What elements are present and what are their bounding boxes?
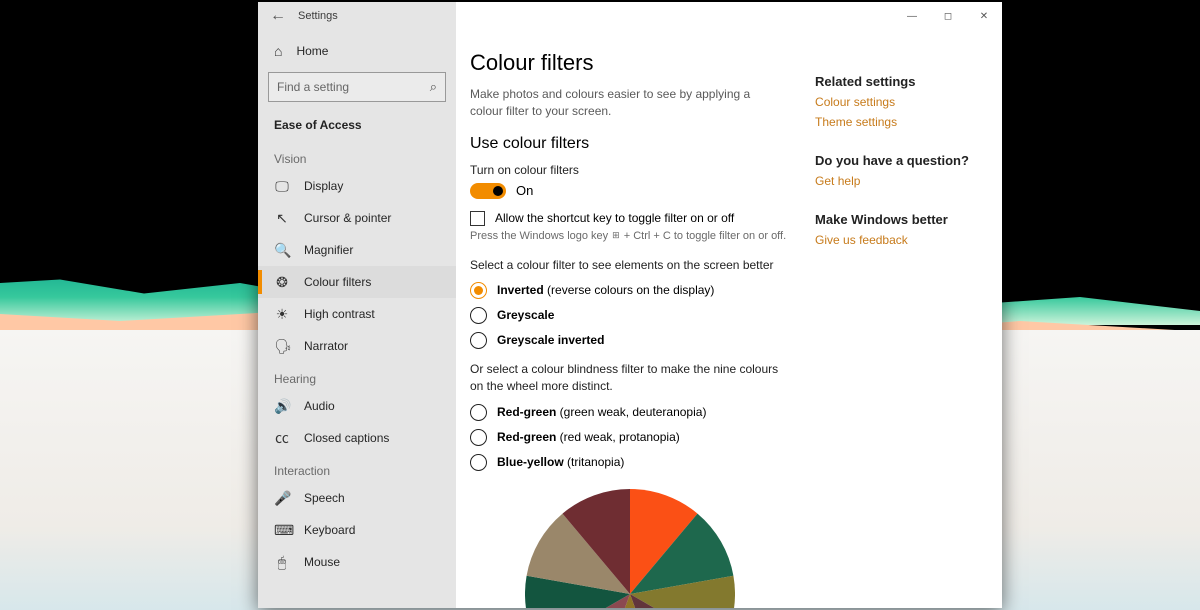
sidebar-item-high-contrast[interactable]: ☀ High contrast xyxy=(258,298,456,330)
toggle-state: On xyxy=(516,183,533,198)
minimize-button[interactable]: — xyxy=(894,2,930,30)
sidebar-home[interactable]: ⌂ Home xyxy=(258,34,456,68)
sidebar-item-label: Magnifier xyxy=(304,243,353,257)
radio-icon xyxy=(470,404,487,421)
sidebar-item-label: Display xyxy=(304,179,343,193)
search-icon: ⌕ xyxy=(430,79,437,95)
sidebar-item-mouse[interactable]: 🖱 Mouse xyxy=(258,546,456,578)
filter-select-label: Select a colour filter to see elements o… xyxy=(470,258,789,272)
sidebar-item-cursor-pointer[interactable]: ↖ Cursor & pointer xyxy=(258,202,456,234)
related-link[interactable]: Colour settings xyxy=(815,95,982,109)
sidebar-item-label: Mouse xyxy=(304,555,340,569)
windows-key-icon: ⊞ xyxy=(612,230,620,241)
toggle-label: Turn on colour filters xyxy=(470,163,789,177)
maximize-button[interactable]: ◻ xyxy=(930,2,966,30)
related-pane: Related settings Colour settings Theme se… xyxy=(815,30,982,608)
radio-icon xyxy=(470,332,487,349)
filter-option[interactable]: Inverted (reverse colours on the display… xyxy=(470,282,789,299)
cb-filter-option[interactable]: Red-green (red weak, protanopia) xyxy=(470,429,789,446)
cb-filter-option[interactable]: Blue-yellow (tritanopia) xyxy=(470,454,789,471)
radio-icon xyxy=(470,307,487,324)
search-placeholder: Find a setting xyxy=(277,80,349,94)
sidebar-item-audio[interactable]: 🔊 Audio xyxy=(258,390,456,422)
radio-label: Inverted (reverse colours on the display… xyxy=(497,283,714,297)
cursor-icon: ↖ xyxy=(274,210,290,227)
feedback-heading: Make Windows better xyxy=(815,212,982,227)
related-link[interactable]: Give us feedback xyxy=(815,233,982,247)
page-description: Make photos and colours easier to see by… xyxy=(470,86,780,121)
cb-filter-option[interactable]: Red-green (green weak, deuteranopia) xyxy=(470,404,789,421)
speech-icon: 🎤 xyxy=(274,490,290,507)
sidebar-item-label: High contrast xyxy=(304,307,375,321)
colour-wheel xyxy=(525,489,735,608)
shortcut-checkbox[interactable] xyxy=(470,211,485,226)
contrast-icon: ☀ xyxy=(274,306,290,323)
main-content: Colour filters Make photos and colours e… xyxy=(470,30,789,608)
home-icon: ⌂ xyxy=(274,43,282,59)
filter-option[interactable]: Greyscale xyxy=(470,307,789,324)
search-input[interactable]: Find a setting ⌕ xyxy=(268,72,446,102)
radio-icon xyxy=(470,454,487,471)
sidebar-item-label: Colour filters xyxy=(304,275,371,289)
sidebar-item-label: Audio xyxy=(304,399,335,413)
colour-filters-toggle[interactable] xyxy=(470,183,506,199)
sidebar-item-narrator[interactable]: 🗣 Narrator xyxy=(258,330,456,362)
sidebar-group-label: Hearing xyxy=(258,362,456,390)
display-icon: 🖵 xyxy=(274,178,290,195)
filters-icon: ❂ xyxy=(274,274,290,291)
close-button[interactable]: ✕ xyxy=(966,2,1002,30)
sidebar: ⌂ Home Find a setting ⌕ Ease of Access V… xyxy=(258,2,456,608)
sidebar-item-closed-captions[interactable]: ㏄ Closed captions xyxy=(258,422,456,454)
sidebar-group-label: Vision xyxy=(258,142,456,170)
sidebar-item-keyboard[interactable]: ⌨ Keyboard xyxy=(258,514,456,546)
sidebar-item-label: Closed captions xyxy=(304,431,389,445)
narrator-icon: 🗣 xyxy=(274,338,290,355)
radio-icon xyxy=(470,282,487,299)
keyboard-icon: ⌨ xyxy=(274,522,290,539)
sidebar-item-label: Cursor & pointer xyxy=(304,211,391,225)
sidebar-item-speech[interactable]: 🎤 Speech xyxy=(258,482,456,514)
audio-icon: 🔊 xyxy=(274,398,290,415)
sidebar-item-display[interactable]: 🖵 Display xyxy=(258,170,456,202)
sidebar-group-label: Interaction xyxy=(258,454,456,482)
back-button[interactable]: ← xyxy=(258,2,298,30)
page-title: Colour filters xyxy=(470,50,789,76)
question-heading: Do you have a question? xyxy=(815,153,982,168)
shortcut-hint: Press the Windows logo key ⊞ + Ctrl + C … xyxy=(470,230,789,242)
cb-filter-label: Or select a colour blindness filter to m… xyxy=(470,361,789,396)
sidebar-item-magnifier[interactable]: 🔍 Magnifier xyxy=(258,234,456,266)
shortcut-checkbox-label: Allow the shortcut key to toggle filter … xyxy=(495,211,734,225)
radio-label: Blue-yellow (tritanopia) xyxy=(497,455,624,469)
mouse-icon: 🖱 xyxy=(274,554,290,571)
sidebar-home-label: Home xyxy=(296,44,328,58)
settings-window: ← Settings — ◻ ✕ ⌂ Home Find a setting ⌕… xyxy=(258,2,1002,608)
magnifier-icon: 🔍 xyxy=(274,242,290,259)
section-heading: Use colour filters xyxy=(470,135,789,153)
radio-label: Red-green (green weak, deuteranopia) xyxy=(497,405,706,419)
related-heading: Related settings xyxy=(815,74,982,89)
related-link[interactable]: Theme settings xyxy=(815,115,982,129)
radio-label: Greyscale inverted xyxy=(497,333,604,347)
app-title: Settings xyxy=(298,10,338,22)
sidebar-section-header: Ease of Access xyxy=(258,112,456,142)
captions-icon: ㏄ xyxy=(274,428,290,448)
radio-label: Red-green (red weak, protanopia) xyxy=(497,430,680,444)
titlebar: ← Settings — ◻ ✕ xyxy=(258,2,1002,30)
filter-option[interactable]: Greyscale inverted xyxy=(470,332,789,349)
sidebar-item-label: Narrator xyxy=(304,339,348,353)
radio-icon xyxy=(470,429,487,446)
sidebar-item-label: Speech xyxy=(304,491,345,505)
sidebar-item-label: Keyboard xyxy=(304,523,355,537)
related-link[interactable]: Get help xyxy=(815,174,982,188)
radio-label: Greyscale xyxy=(497,308,554,322)
sidebar-item-colour-filters[interactable]: ❂ Colour filters xyxy=(258,266,456,298)
